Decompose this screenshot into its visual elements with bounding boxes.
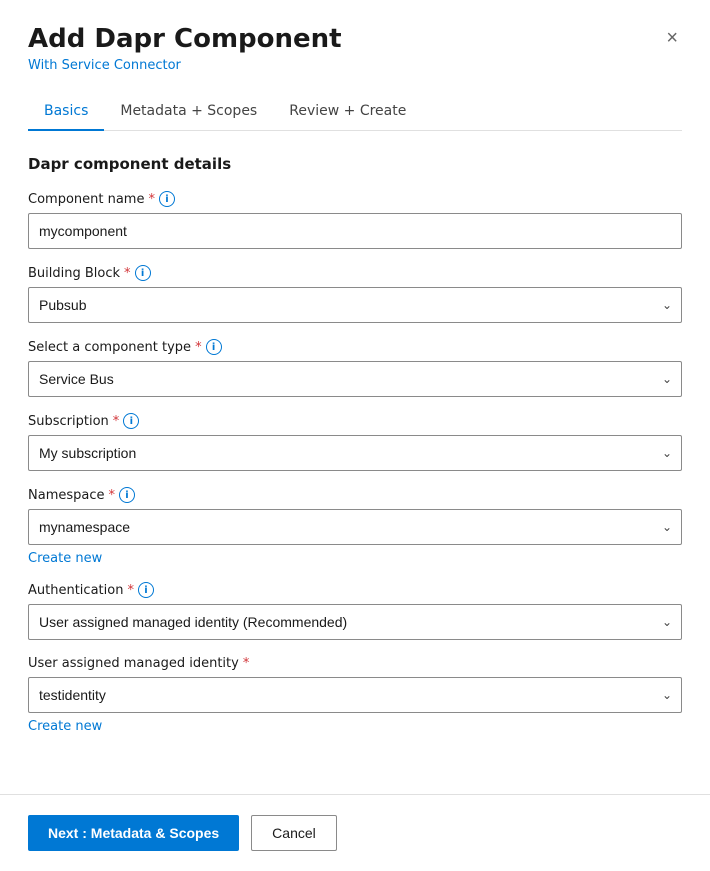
authentication-label: Authentication * i bbox=[28, 582, 682, 598]
cancel-button[interactable]: Cancel bbox=[251, 815, 337, 851]
authentication-select[interactable]: User assigned managed identity (Recommen… bbox=[28, 604, 682, 640]
component-type-label: Select a component type * i bbox=[28, 339, 682, 355]
building-block-info-icon[interactable]: i bbox=[135, 265, 151, 281]
subscription-select[interactable]: My subscription bbox=[28, 435, 682, 471]
dialog-subtitle: With Service Connector bbox=[28, 58, 682, 73]
namespace-label: Namespace * i bbox=[28, 487, 682, 503]
component-name-input[interactable] bbox=[28, 213, 682, 249]
tab-basics[interactable]: Basics bbox=[28, 93, 104, 131]
user-identity-select-wrapper: testidentity ⌄ bbox=[28, 677, 682, 713]
component-type-select[interactable]: Service Bus RabbitMQ Kafka Redis bbox=[28, 361, 682, 397]
tab-bar: Basics Metadata + Scopes Review + Create bbox=[28, 93, 682, 131]
subscription-select-wrapper: My subscription ⌄ bbox=[28, 435, 682, 471]
section-title: Dapr component details bbox=[28, 155, 682, 173]
user-identity-label: User assigned managed identity * bbox=[28, 656, 682, 671]
required-indicator: * bbox=[195, 340, 202, 355]
user-identity-select[interactable]: testidentity bbox=[28, 677, 682, 713]
namespace-select[interactable]: mynamespace bbox=[28, 509, 682, 545]
component-name-label: Component name * i bbox=[28, 191, 682, 207]
building-block-select[interactable]: Pubsub State Bindings Secrets bbox=[28, 287, 682, 323]
namespace-group: Namespace * i mynamespace ⌄ Create new bbox=[28, 487, 682, 566]
subscription-info-icon[interactable]: i bbox=[123, 413, 139, 429]
component-type-select-wrapper: Service Bus RabbitMQ Kafka Redis ⌄ bbox=[28, 361, 682, 397]
component-name-info-icon[interactable]: i bbox=[159, 191, 175, 207]
dialog-header: Add Dapr Component × With Service Connec… bbox=[0, 0, 710, 131]
component-type-group: Select a component type * i Service Bus … bbox=[28, 339, 682, 397]
component-name-group: Component name * i bbox=[28, 191, 682, 249]
required-indicator: * bbox=[109, 488, 116, 503]
dialog-title: Add Dapr Component bbox=[28, 24, 342, 54]
tab-review-create[interactable]: Review + Create bbox=[273, 93, 422, 131]
next-button[interactable]: Next : Metadata & Scopes bbox=[28, 815, 239, 851]
authentication-select-wrapper: User assigned managed identity (Recommen… bbox=[28, 604, 682, 640]
required-indicator: * bbox=[243, 656, 250, 671]
required-indicator: * bbox=[113, 414, 120, 429]
building-block-group: Building Block * i Pubsub State Bindings… bbox=[28, 265, 682, 323]
user-identity-create-new-link[interactable]: Create new bbox=[28, 719, 102, 734]
close-button[interactable]: × bbox=[662, 24, 682, 52]
namespace-info-icon[interactable]: i bbox=[119, 487, 135, 503]
user-identity-group: User assigned managed identity * testide… bbox=[28, 656, 682, 734]
form-content: Dapr component details Component name * … bbox=[0, 131, 710, 774]
tab-metadata-scopes[interactable]: Metadata + Scopes bbox=[104, 93, 273, 131]
required-indicator: * bbox=[124, 266, 131, 281]
required-indicator: * bbox=[148, 192, 155, 207]
building-block-select-wrapper: Pubsub State Bindings Secrets ⌄ bbox=[28, 287, 682, 323]
building-block-label: Building Block * i bbox=[28, 265, 682, 281]
subscription-group: Subscription * i My subscription ⌄ bbox=[28, 413, 682, 471]
required-indicator: * bbox=[127, 583, 134, 598]
add-dapr-component-dialog: Add Dapr Component × With Service Connec… bbox=[0, 0, 710, 871]
namespace-create-new-link[interactable]: Create new bbox=[28, 551, 102, 566]
authentication-group: Authentication * i User assigned managed… bbox=[28, 582, 682, 640]
subscription-label: Subscription * i bbox=[28, 413, 682, 429]
authentication-info-icon[interactable]: i bbox=[138, 582, 154, 598]
component-type-info-icon[interactable]: i bbox=[206, 339, 222, 355]
namespace-select-wrapper: mynamespace ⌄ bbox=[28, 509, 682, 545]
